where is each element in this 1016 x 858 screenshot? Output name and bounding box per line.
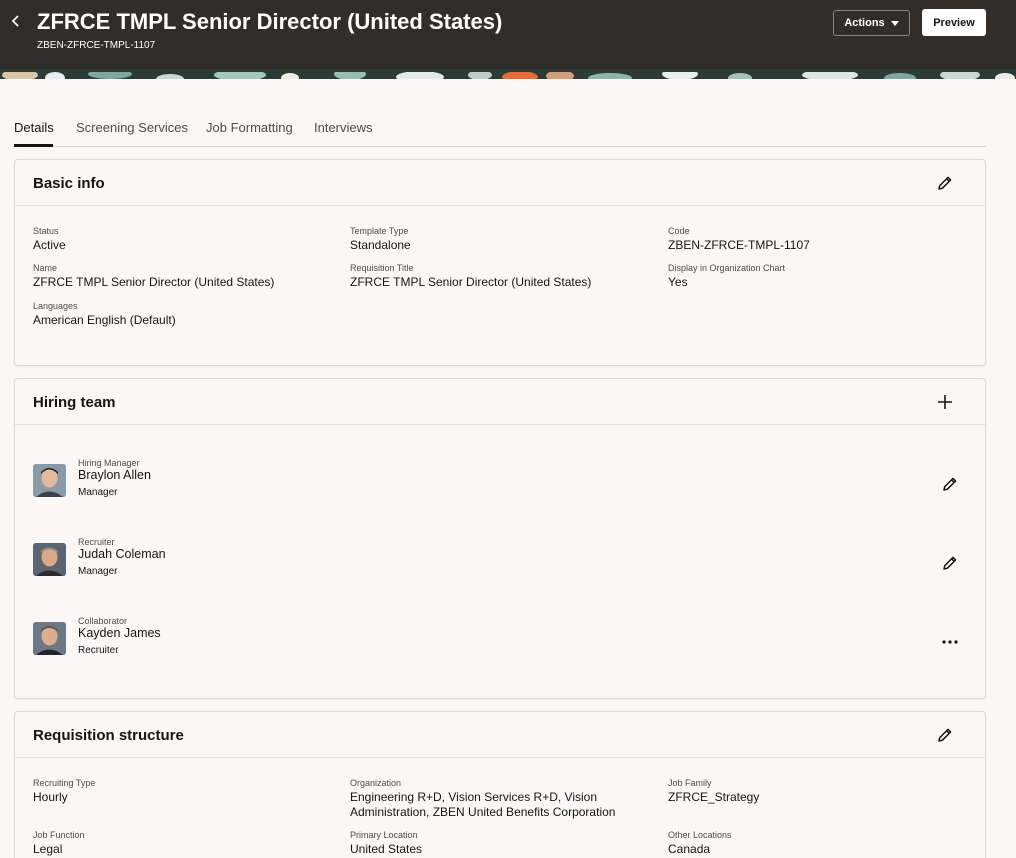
recruiting-type-field: Recruiting Type Hourly xyxy=(33,778,95,805)
team-member: Collaborator Kayden James Recruiter xyxy=(33,616,963,666)
field-value: Yes xyxy=(668,275,688,289)
caret-down-icon xyxy=(890,20,899,26)
field-label: Template Type xyxy=(350,226,409,236)
more-actions-button[interactable] xyxy=(939,631,961,653)
avatar xyxy=(33,622,66,655)
field-value: Engineering R+D, Vision Services R+D, Vi… xyxy=(350,790,616,819)
field-value: American English (Default) xyxy=(33,313,176,327)
field-value: ZFRCE TMPL Senior Director (United State… xyxy=(350,275,592,289)
field-label: Name xyxy=(33,263,58,273)
tab-interviews[interactable]: Interviews xyxy=(314,120,373,135)
field-value: Standalone xyxy=(350,238,411,252)
field-value: United States xyxy=(350,842,423,856)
decorative-banner xyxy=(0,69,1016,79)
edit-member-button[interactable] xyxy=(939,473,961,495)
field-label: Job Family xyxy=(668,778,712,788)
member-role: Hiring Manager xyxy=(78,458,140,468)
other-locations-field: Other Locations Canada xyxy=(668,830,732,857)
team-member: Hiring Manager Braylon Allen Manager xyxy=(33,458,963,508)
tab-bar: Details Screening Services Job Formattin… xyxy=(14,112,986,147)
member-name[interactable]: Braylon Allen xyxy=(78,468,151,482)
requisition-title-field: Requisition Title ZFRCE TMPL Senior Dire… xyxy=(350,263,591,290)
member-role: Collaborator xyxy=(78,616,128,626)
pencil-icon xyxy=(943,556,957,570)
avatar xyxy=(33,464,66,497)
pencil-icon xyxy=(943,477,957,491)
job-function-field: Job Function Legal xyxy=(33,830,85,857)
card-header: Hiring team xyxy=(15,379,985,425)
field-label: Job Function xyxy=(33,830,85,840)
status-field: Status Active xyxy=(33,226,66,253)
template-type-field: Template Type Standalone xyxy=(350,226,411,253)
card-header: Basic info xyxy=(15,160,985,206)
more-icon xyxy=(942,640,958,644)
member-title: Manager xyxy=(78,487,118,498)
card-title: Requisition structure xyxy=(33,727,184,744)
code-field: Code ZBEN-ZFRCE-TMPL-1107 xyxy=(668,226,810,253)
field-value: ZFRCE TMPL Senior Director (United State… xyxy=(33,275,275,289)
tab-screening-services[interactable]: Screening Services xyxy=(76,120,188,135)
languages-field: Languages American English (Default) xyxy=(33,301,176,328)
field-value: Legal xyxy=(33,842,63,856)
field-label: Recruiting Type xyxy=(33,778,96,788)
tab-job-formatting[interactable]: Job Formatting xyxy=(206,120,293,135)
field-label: Languages xyxy=(33,301,78,311)
edit-basic-info-button[interactable] xyxy=(934,172,956,194)
actions-button[interactable]: Actions xyxy=(833,10,910,36)
page-header: ZFRCE TMPL Senior Director (United State… xyxy=(0,0,1016,69)
avatar xyxy=(33,543,66,576)
back-button[interactable] xyxy=(10,12,26,34)
field-value: Canada xyxy=(668,842,711,856)
member-role: Recruiter xyxy=(78,537,115,547)
field-value: ZBEN-ZFRCE-TMPL-1107 xyxy=(668,238,810,252)
team-member: Recruiter Judah Coleman Manager xyxy=(33,537,963,587)
field-label: Status xyxy=(33,226,59,236)
pencil-icon xyxy=(938,728,952,742)
primary-location-field: Primary Location United States xyxy=(350,830,422,857)
member-name[interactable]: Judah Coleman xyxy=(78,547,166,561)
field-label: Requisition Title xyxy=(350,263,414,273)
field-label: Display in Organization Chart xyxy=(668,263,786,273)
field-value: Hourly xyxy=(33,790,68,804)
field-value: ZFRCE_Strategy xyxy=(668,790,760,804)
edit-requisition-structure-button[interactable] xyxy=(934,724,956,746)
page-subtitle: ZBEN-ZFRCE-TMPL-1107 xyxy=(37,40,156,51)
field-label: Primary Location xyxy=(350,830,418,840)
name-field: Name ZFRCE TMPL Senior Director (United … xyxy=(33,263,274,290)
field-label: Code xyxy=(668,226,690,236)
preview-button[interactable]: Preview xyxy=(922,9,986,36)
field-value: Active xyxy=(33,238,66,252)
field-label: Organization xyxy=(350,778,402,788)
field-label: Other Locations xyxy=(668,830,732,840)
edit-member-button[interactable] xyxy=(939,552,961,574)
job-family-field: Job Family ZFRCE_Strategy xyxy=(668,778,759,805)
plus-icon xyxy=(938,395,952,409)
member-title: Manager xyxy=(78,566,118,577)
pencil-icon xyxy=(938,176,952,190)
tab-details[interactable]: Details xyxy=(14,120,54,135)
card-header: Requisition structure xyxy=(15,712,985,758)
member-title: Recruiter xyxy=(78,645,119,656)
member-name[interactable]: Kayden James xyxy=(78,626,161,640)
basic-info-card: Basic info Status Active Template Type S… xyxy=(14,159,986,366)
active-tab-indicator xyxy=(14,144,53,147)
hiring-team-card: Hiring team Hiring Manager Braylon Allen… xyxy=(14,378,986,699)
card-title: Hiring team xyxy=(33,394,116,411)
chevron-left-icon xyxy=(11,15,19,27)
actions-button-label: Actions xyxy=(844,17,885,29)
organization-field: Organization Engineering R+D, Vision Ser… xyxy=(350,778,645,820)
add-team-member-button[interactable] xyxy=(934,391,956,413)
page-title: ZFRCE TMPL Senior Director (United State… xyxy=(37,9,503,34)
requisition-structure-card: Requisition structure Recruiting Type Ho… xyxy=(14,711,986,858)
card-title: Basic info xyxy=(33,175,105,192)
display-org-chart-field: Display in Organization Chart Yes xyxy=(668,263,785,290)
